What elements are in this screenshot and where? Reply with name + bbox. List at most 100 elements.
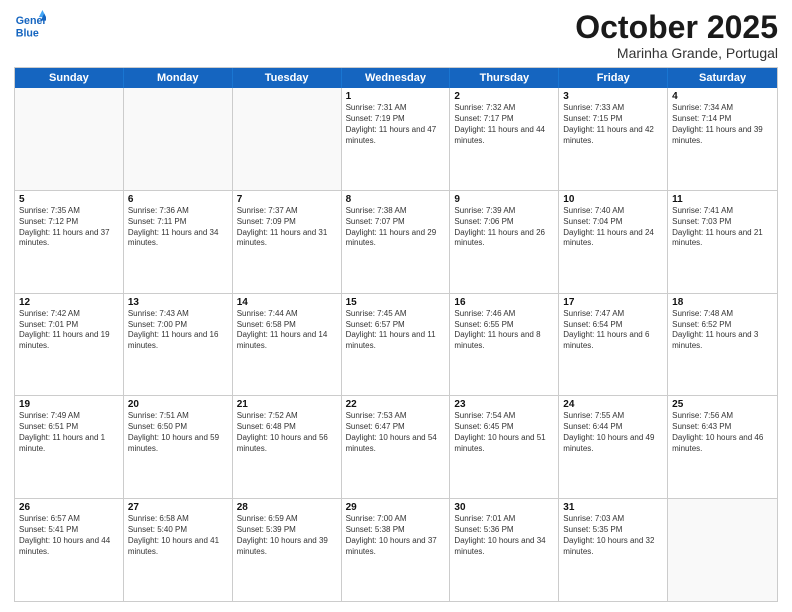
calendar: SundayMondayTuesdayWednesdayThursdayFrid… (14, 67, 778, 602)
day-number: 28 (237, 502, 337, 513)
day-number: 23 (454, 399, 554, 410)
cell-info: Sunrise: 7:44 AM Sunset: 6:58 PM Dayligh… (237, 309, 337, 352)
day-number: 25 (672, 399, 773, 410)
cell-info: Sunrise: 7:47 AM Sunset: 6:54 PM Dayligh… (563, 309, 663, 352)
day-cell-21: 21Sunrise: 7:52 AM Sunset: 6:48 PM Dayli… (233, 396, 342, 498)
day-number: 5 (19, 194, 119, 205)
day-number: 29 (346, 502, 446, 513)
weekday-header-tuesday: Tuesday (233, 68, 342, 88)
day-number: 16 (454, 297, 554, 308)
cell-info: Sunrise: 7:00 AM Sunset: 5:38 PM Dayligh… (346, 514, 446, 557)
cell-info: Sunrise: 7:39 AM Sunset: 7:06 PM Dayligh… (454, 206, 554, 249)
cell-info: Sunrise: 7:48 AM Sunset: 6:52 PM Dayligh… (672, 309, 773, 352)
day-number: 3 (563, 91, 663, 102)
day-cell-7: 7Sunrise: 7:37 AM Sunset: 7:09 PM Daylig… (233, 191, 342, 293)
cell-info: Sunrise: 7:53 AM Sunset: 6:47 PM Dayligh… (346, 411, 446, 454)
day-cell-28: 28Sunrise: 6:59 AM Sunset: 5:39 PM Dayli… (233, 499, 342, 601)
day-cell-29: 29Sunrise: 7:00 AM Sunset: 5:38 PM Dayli… (342, 499, 451, 601)
day-number: 12 (19, 297, 119, 308)
day-number: 2 (454, 91, 554, 102)
cell-info: Sunrise: 7:33 AM Sunset: 7:15 PM Dayligh… (563, 103, 663, 146)
cell-info: Sunrise: 7:52 AM Sunset: 6:48 PM Dayligh… (237, 411, 337, 454)
day-cell-24: 24Sunrise: 7:55 AM Sunset: 6:44 PM Dayli… (559, 396, 668, 498)
cell-info: Sunrise: 7:03 AM Sunset: 5:35 PM Dayligh… (563, 514, 663, 557)
cell-info: Sunrise: 7:31 AM Sunset: 7:19 PM Dayligh… (346, 103, 446, 146)
cell-info: Sunrise: 7:41 AM Sunset: 7:03 PM Dayligh… (672, 206, 773, 249)
day-number: 19 (19, 399, 119, 410)
cell-info: Sunrise: 6:59 AM Sunset: 5:39 PM Dayligh… (237, 514, 337, 557)
day-cell-6: 6Sunrise: 7:36 AM Sunset: 7:11 PM Daylig… (124, 191, 233, 293)
calendar-row-3: 12Sunrise: 7:42 AM Sunset: 7:01 PM Dayli… (15, 293, 777, 396)
cell-info: Sunrise: 7:45 AM Sunset: 6:57 PM Dayligh… (346, 309, 446, 352)
day-cell-2: 2Sunrise: 7:32 AM Sunset: 7:17 PM Daylig… (450, 88, 559, 190)
day-number: 10 (563, 194, 663, 205)
weekday-header-saturday: Saturday (668, 68, 777, 88)
day-cell-15: 15Sunrise: 7:45 AM Sunset: 6:57 PM Dayli… (342, 294, 451, 396)
day-cell-18: 18Sunrise: 7:48 AM Sunset: 6:52 PM Dayli… (668, 294, 777, 396)
day-cell-30: 30Sunrise: 7:01 AM Sunset: 5:36 PM Dayli… (450, 499, 559, 601)
day-number: 17 (563, 297, 663, 308)
empty-cell (233, 88, 342, 190)
day-number: 26 (19, 502, 119, 513)
day-number: 20 (128, 399, 228, 410)
cell-info: Sunrise: 7:01 AM Sunset: 5:36 PM Dayligh… (454, 514, 554, 557)
header: General Blue October 2025 Marinha Grande… (14, 10, 778, 61)
day-cell-13: 13Sunrise: 7:43 AM Sunset: 7:00 PM Dayli… (124, 294, 233, 396)
day-cell-10: 10Sunrise: 7:40 AM Sunset: 7:04 PM Dayli… (559, 191, 668, 293)
day-number: 21 (237, 399, 337, 410)
month-title: October 2025 (575, 10, 778, 45)
cell-info: Sunrise: 7:56 AM Sunset: 6:43 PM Dayligh… (672, 411, 773, 454)
day-cell-26: 26Sunrise: 6:57 AM Sunset: 5:41 PM Dayli… (15, 499, 124, 601)
cell-info: Sunrise: 7:55 AM Sunset: 6:44 PM Dayligh… (563, 411, 663, 454)
day-cell-23: 23Sunrise: 7:54 AM Sunset: 6:45 PM Dayli… (450, 396, 559, 498)
day-cell-8: 8Sunrise: 7:38 AM Sunset: 7:07 PM Daylig… (342, 191, 451, 293)
cell-info: Sunrise: 6:57 AM Sunset: 5:41 PM Dayligh… (19, 514, 119, 557)
day-number: 13 (128, 297, 228, 308)
calendar-header-row: SundayMondayTuesdayWednesdayThursdayFrid… (15, 68, 777, 88)
day-number: 1 (346, 91, 446, 102)
day-number: 4 (672, 91, 773, 102)
day-number: 22 (346, 399, 446, 410)
day-cell-4: 4Sunrise: 7:34 AM Sunset: 7:14 PM Daylig… (668, 88, 777, 190)
day-number: 24 (563, 399, 663, 410)
day-cell-11: 11Sunrise: 7:41 AM Sunset: 7:03 PM Dayli… (668, 191, 777, 293)
day-number: 30 (454, 502, 554, 513)
day-cell-27: 27Sunrise: 6:58 AM Sunset: 5:40 PM Dayli… (124, 499, 233, 601)
cell-info: Sunrise: 7:34 AM Sunset: 7:14 PM Dayligh… (672, 103, 773, 146)
day-cell-20: 20Sunrise: 7:51 AM Sunset: 6:50 PM Dayli… (124, 396, 233, 498)
cell-info: Sunrise: 7:49 AM Sunset: 6:51 PM Dayligh… (19, 411, 119, 454)
weekday-header-thursday: Thursday (450, 68, 559, 88)
calendar-body: 1Sunrise: 7:31 AM Sunset: 7:19 PM Daylig… (15, 88, 777, 601)
calendar-row-2: 5Sunrise: 7:35 AM Sunset: 7:12 PM Daylig… (15, 190, 777, 293)
calendar-row-1: 1Sunrise: 7:31 AM Sunset: 7:19 PM Daylig… (15, 88, 777, 190)
day-number: 11 (672, 194, 773, 205)
day-cell-1: 1Sunrise: 7:31 AM Sunset: 7:19 PM Daylig… (342, 88, 451, 190)
day-cell-16: 16Sunrise: 7:46 AM Sunset: 6:55 PM Dayli… (450, 294, 559, 396)
day-number: 7 (237, 194, 337, 205)
day-number: 31 (563, 502, 663, 513)
day-number: 27 (128, 502, 228, 513)
day-number: 15 (346, 297, 446, 308)
title-block: October 2025 Marinha Grande, Portugal (575, 10, 778, 61)
empty-cell (668, 499, 777, 601)
day-number: 9 (454, 194, 554, 205)
empty-cell (15, 88, 124, 190)
cell-info: Sunrise: 7:37 AM Sunset: 7:09 PM Dayligh… (237, 206, 337, 249)
day-cell-12: 12Sunrise: 7:42 AM Sunset: 7:01 PM Dayli… (15, 294, 124, 396)
cell-info: Sunrise: 6:58 AM Sunset: 5:40 PM Dayligh… (128, 514, 228, 557)
empty-cell (124, 88, 233, 190)
main-container: General Blue October 2025 Marinha Grande… (0, 0, 792, 612)
day-number: 8 (346, 194, 446, 205)
day-cell-14: 14Sunrise: 7:44 AM Sunset: 6:58 PM Dayli… (233, 294, 342, 396)
day-cell-19: 19Sunrise: 7:49 AM Sunset: 6:51 PM Dayli… (15, 396, 124, 498)
cell-info: Sunrise: 7:54 AM Sunset: 6:45 PM Dayligh… (454, 411, 554, 454)
day-cell-5: 5Sunrise: 7:35 AM Sunset: 7:12 PM Daylig… (15, 191, 124, 293)
logo-icon: General Blue (14, 10, 46, 42)
day-number: 18 (672, 297, 773, 308)
location-title: Marinha Grande, Portugal (575, 45, 778, 61)
day-cell-3: 3Sunrise: 7:33 AM Sunset: 7:15 PM Daylig… (559, 88, 668, 190)
cell-info: Sunrise: 7:40 AM Sunset: 7:04 PM Dayligh… (563, 206, 663, 249)
logo: General Blue (14, 10, 46, 42)
day-number: 6 (128, 194, 228, 205)
cell-info: Sunrise: 7:32 AM Sunset: 7:17 PM Dayligh… (454, 103, 554, 146)
